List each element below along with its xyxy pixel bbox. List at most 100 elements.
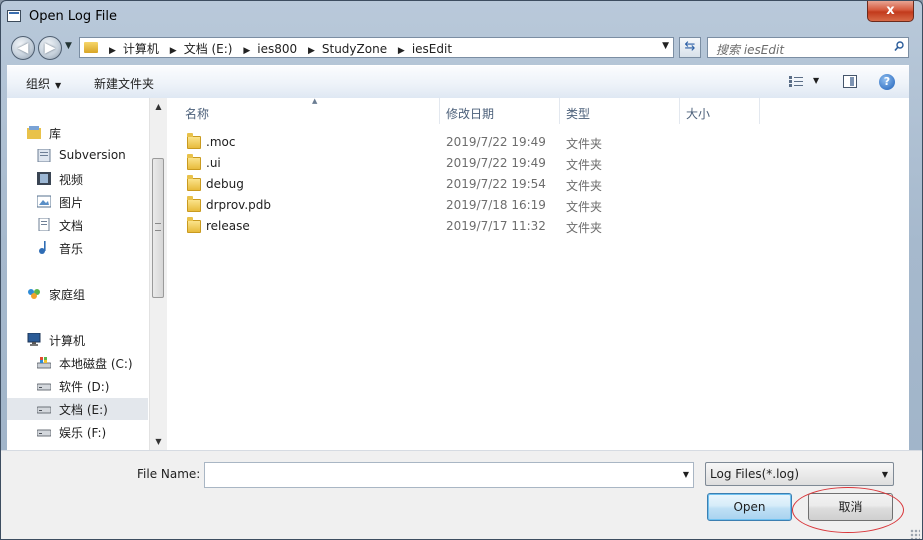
recent-pages-dropdown-icon[interactable]: ▼ bbox=[65, 41, 72, 51]
sidebar-item-label: Subversion bbox=[59, 148, 126, 162]
sidebar-item-label: 音乐 bbox=[59, 242, 84, 256]
folder-icon bbox=[187, 196, 201, 212]
file-row[interactable]: drprov.pdb 2019/7/18 16:19 文件夹 bbox=[167, 195, 767, 216]
file-name: release bbox=[206, 219, 250, 233]
chevron-right-icon[interactable]: ▶ bbox=[308, 46, 315, 56]
file-row[interactable]: release 2019/7/17 11:32 文件夹 bbox=[167, 216, 767, 237]
close-button[interactable]: x bbox=[867, 1, 914, 22]
change-view-icon[interactable] bbox=[789, 76, 803, 87]
chevron-right-icon[interactable]: ▶ bbox=[109, 46, 116, 56]
cancel-button[interactable]: 取消 bbox=[808, 493, 893, 521]
video-icon bbox=[37, 172, 51, 185]
file-modified: 2019/7/18 16:19 bbox=[446, 198, 546, 212]
file-type: 文件夹 bbox=[566, 200, 603, 214]
sidebar-item-computer[interactable]: 计算机 bbox=[7, 329, 148, 351]
column-label: 大小 bbox=[686, 107, 711, 121]
search-icon[interactable] bbox=[894, 41, 904, 51]
sidebar-item-pictures[interactable]: 图片 bbox=[7, 191, 148, 213]
address-bar[interactable]: ▶ 计算机 ▶ 文档 (E:) ▶ ies800 ▶ StudyZone ▶ iesEdi… bbox=[79, 37, 674, 58]
file-type-select[interactable]: Log Files(*.log) ▼ bbox=[705, 462, 894, 486]
open-button[interactable]: Open bbox=[707, 493, 792, 521]
sidebar-scrollbar[interactable]: ▲ ▼ bbox=[149, 98, 167, 450]
file-modified: 2019/7/22 19:49 bbox=[446, 156, 546, 170]
search-input[interactable]: 搜索 iesEdit bbox=[707, 37, 909, 58]
column-header-modified[interactable]: 修改日期 bbox=[436, 98, 556, 124]
library-icon bbox=[27, 126, 41, 139]
breadcrumb-item[interactable]: ies800 bbox=[257, 42, 297, 56]
drive-icon bbox=[37, 406, 51, 414]
homegroup-icon bbox=[28, 289, 40, 299]
organize-button[interactable]: 组织 ▼ bbox=[26, 75, 61, 92]
new-folder-button[interactable]: 新建文件夹 bbox=[94, 75, 154, 92]
refresh-button[interactable]: ⇆ bbox=[679, 37, 701, 58]
scroll-down-icon[interactable]: ▼ bbox=[150, 437, 167, 446]
sidebar-item-label: 本地磁盘 (C:) bbox=[59, 357, 133, 371]
system-drive-icon bbox=[37, 357, 51, 369]
column-label: 名称 bbox=[185, 107, 210, 121]
chevron-right-icon[interactable]: ▶ bbox=[243, 46, 250, 56]
chevron-down-icon[interactable]: ▼ bbox=[683, 470, 689, 479]
preview-pane-icon[interactable] bbox=[843, 75, 857, 88]
chevron-down-icon: ▼ bbox=[55, 81, 62, 90]
file-name-input[interactable]: ▼ bbox=[204, 462, 694, 488]
file-modified: 2019/7/17 11:32 bbox=[446, 219, 546, 233]
drive-icon bbox=[37, 429, 51, 437]
file-type: 文件夹 bbox=[566, 221, 603, 235]
folder-icon bbox=[187, 133, 201, 149]
column-header-type[interactable]: 类型 bbox=[556, 98, 676, 124]
scrollbar-thumb[interactable] bbox=[152, 158, 164, 298]
breadcrumb-item[interactable]: StudyZone bbox=[322, 42, 387, 56]
sidebar-item-label: 文档 (E:) bbox=[59, 403, 108, 417]
sidebar-item-library[interactable]: 库 bbox=[7, 122, 148, 144]
file-name-label: File Name: bbox=[137, 467, 201, 481]
sidebar-item-music[interactable]: 音乐 bbox=[7, 237, 148, 259]
chevron-right-icon[interactable]: ▶ bbox=[398, 46, 405, 56]
breadcrumb-item[interactable]: 计算机 bbox=[123, 42, 159, 56]
sidebar-item-drive-e[interactable]: 文档 (E:) bbox=[7, 398, 148, 420]
column-divider[interactable] bbox=[759, 98, 760, 124]
sidebar-item-video[interactable]: 视频 bbox=[7, 168, 148, 190]
document-icon bbox=[38, 218, 50, 231]
back-button[interactable]: ◀ bbox=[11, 36, 35, 60]
column-label: 类型 bbox=[566, 107, 591, 121]
file-type: 文件夹 bbox=[566, 137, 603, 151]
file-name: drprov.pdb bbox=[206, 198, 272, 212]
help-icon[interactable]: ? bbox=[879, 74, 895, 90]
grip-icon bbox=[155, 223, 161, 231]
sidebar-item-subversion[interactable]: Subversion bbox=[7, 145, 148, 167]
search-placeholder: 搜索 iesEdit bbox=[716, 43, 785, 57]
chevron-right-icon[interactable]: ▶ bbox=[170, 46, 177, 56]
drive-icon bbox=[37, 383, 51, 391]
sidebar-item-label: 库 bbox=[49, 127, 62, 141]
open-log-file-dialog: Open Log File x ◀ ▶ ▼ ▶ 计算机 ▶ 文档 (E:) ▶ ies… bbox=[0, 0, 923, 540]
file-modified: 2019/7/22 19:54 bbox=[446, 177, 546, 191]
file-row[interactable]: debug 2019/7/22 19:54 文件夹 bbox=[167, 174, 767, 195]
column-header-size[interactable]: 大小 bbox=[676, 98, 756, 124]
folder-icon bbox=[187, 217, 201, 233]
address-dropdown-icon[interactable]: ▼ bbox=[662, 41, 669, 51]
file-row[interactable]: .moc 2019/7/22 19:49 文件夹 bbox=[167, 132, 767, 153]
sidebar-item-drive-f[interactable]: 娱乐 (F:) bbox=[7, 421, 148, 443]
chevron-down-icon: ▼ bbox=[881, 470, 888, 479]
dialog-footer: File Name: ▼ Log Files(*.log) ▼ Open 取消 bbox=[1, 450, 922, 539]
folder-icon bbox=[187, 175, 201, 191]
view-dropdown-icon[interactable]: ▼ bbox=[813, 76, 819, 85]
column-label: 修改日期 bbox=[446, 107, 495, 121]
resize-grip-icon[interactable] bbox=[910, 529, 920, 539]
breadcrumb-item[interactable]: iesEdit bbox=[412, 42, 452, 56]
title-bar: Open Log File x bbox=[1, 1, 922, 33]
file-row[interactable]: .ui 2019/7/22 19:49 文件夹 bbox=[167, 153, 767, 174]
sidebar-item-homegroup[interactable]: 家庭组 bbox=[7, 283, 148, 305]
forward-button[interactable]: ▶ bbox=[38, 36, 62, 60]
window-icon bbox=[7, 10, 21, 22]
scroll-up-icon[interactable]: ▲ bbox=[150, 102, 167, 111]
breadcrumb-item[interactable]: 文档 (E:) bbox=[184, 42, 233, 56]
main-content: 库 Subversion 视频 图片 文档 音乐 家庭组 计算机 本地磁盘 (C… bbox=[7, 97, 909, 450]
command-toolbar: 组织 ▼ 新建文件夹 ▼ ? bbox=[7, 65, 909, 99]
sidebar-item-drive-c[interactable]: 本地磁盘 (C:) bbox=[7, 352, 148, 374]
file-type-value: Log Files(*.log) bbox=[710, 467, 800, 481]
column-header-name[interactable]: 名称 ▲ bbox=[175, 97, 439, 124]
sidebar-item-documents[interactable]: 文档 bbox=[7, 214, 148, 236]
sidebar-item-label: 文档 bbox=[59, 219, 84, 233]
sidebar-item-drive-d[interactable]: 软件 (D:) bbox=[7, 375, 148, 397]
